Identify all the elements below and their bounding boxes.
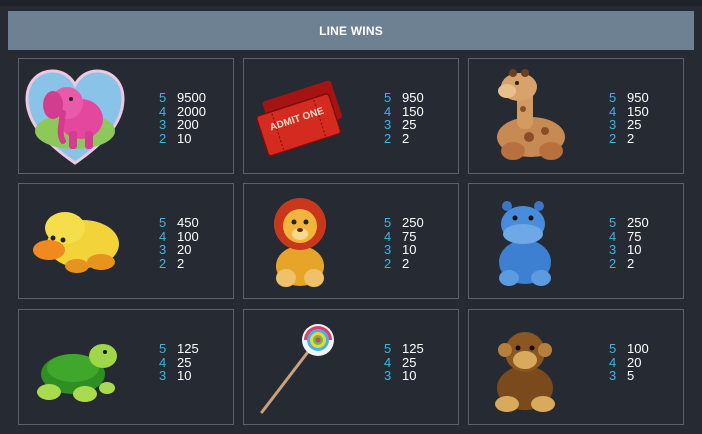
payout-row: 4 150 bbox=[384, 103, 424, 119]
payout-row: 5 250 bbox=[609, 215, 649, 231]
payout-row: 4 100 bbox=[159, 228, 199, 244]
payout-row: 4 2000 bbox=[159, 103, 206, 119]
paytable-cell-lion: 5 250 4 75 3 10 22 bbox=[243, 183, 459, 299]
paytable-cell-giraffe: 5 950 4 150 3 25 22 bbox=[468, 58, 684, 174]
payout-row: 3 10 bbox=[384, 368, 417, 384]
payout-list: 5 9500 4 2000 3 200 2 10 bbox=[159, 90, 206, 146]
payout-row: 3 200 bbox=[159, 117, 199, 133]
paytable-cell-elephant: 5 9500 4 2000 3 200 2 10 bbox=[18, 58, 234, 174]
payout-row: 4 75 bbox=[609, 228, 642, 244]
payout-row: 5 450 bbox=[159, 215, 199, 231]
payout-list: 5 125 4 25 3 10 bbox=[159, 341, 199, 384]
payout-row: 5 125 bbox=[384, 341, 424, 357]
payout-list: 5 125 4 25 3 10 bbox=[384, 341, 424, 384]
payout-row: 22 bbox=[609, 130, 635, 146]
paytable-grid: 5 9500 4 2000 3 200 2 10 ADMIT ONE 5 950 4 150… bbox=[0, 0, 702, 434]
payout-row: 4 150 bbox=[609, 103, 649, 119]
heart-elephant-icon bbox=[23, 63, 127, 169]
payout-row: 4 25 bbox=[159, 354, 192, 370]
payout-list: 5 950 4 150 3 25 22 bbox=[609, 90, 649, 146]
payout-row: 35 bbox=[609, 368, 635, 384]
payout-row: 22 bbox=[159, 255, 185, 271]
payout-row: 3 25 bbox=[384, 117, 417, 133]
paytable-cell-duck: 5 450 4 100 3 20 22 bbox=[18, 183, 234, 299]
payout-row: 22 bbox=[384, 255, 410, 271]
payout-row: 5 950 bbox=[609, 90, 649, 106]
paytable-cell-monkey: 5 100 4 20 35 bbox=[468, 309, 684, 425]
monkey-plush-icon bbox=[473, 314, 577, 420]
giraffe-plush-icon bbox=[473, 63, 577, 169]
duck-plush-icon bbox=[23, 188, 127, 294]
payout-list: 5 450 4 100 3 20 22 bbox=[159, 215, 199, 271]
payout-row: 3 20 bbox=[159, 242, 192, 258]
payout-list: 5 250 4 75 3 10 22 bbox=[609, 215, 649, 271]
payout-row: 4 25 bbox=[384, 354, 417, 370]
payout-row: 3 25 bbox=[609, 117, 642, 133]
payout-row: 5 100 bbox=[609, 341, 649, 357]
paytable-cell-turtle: 5 125 4 25 3 10 bbox=[18, 309, 234, 425]
paytable-cell-hippo: 5 250 4 75 3 10 22 bbox=[468, 183, 684, 299]
payout-list: 5 950 4 150 3 25 22 bbox=[384, 90, 424, 146]
lion-plush-icon bbox=[248, 188, 352, 294]
admit-one-ticket-icon: ADMIT ONE bbox=[248, 63, 352, 169]
payout-row: 22 bbox=[609, 255, 635, 271]
payout-row: 5 950 bbox=[384, 90, 424, 106]
paytable-cell-ticket: ADMIT ONE 5 950 4 150 3 25 22 bbox=[243, 58, 459, 174]
paytable-cell-lollipop: 5 125 4 25 3 10 bbox=[243, 309, 459, 425]
payout-row: 5 125 bbox=[159, 341, 199, 357]
payout-list: 5 100 4 20 35 bbox=[609, 341, 649, 384]
lollipop-icon bbox=[248, 314, 352, 420]
payout-row: 5 250 bbox=[384, 215, 424, 231]
payout-row: 3 10 bbox=[384, 242, 417, 258]
payout-row: 2 10 bbox=[159, 130, 192, 146]
hippo-plush-icon bbox=[473, 188, 577, 294]
payout-row: 3 10 bbox=[609, 242, 642, 258]
payout-row: 4 20 bbox=[609, 354, 642, 370]
payout-row: 4 75 bbox=[384, 228, 417, 244]
payout-list: 5 250 4 75 3 10 22 bbox=[384, 215, 424, 271]
payout-row: 5 9500 bbox=[159, 90, 206, 106]
turtle-plush-icon bbox=[23, 314, 127, 420]
payout-row: 22 bbox=[384, 130, 410, 146]
payout-row: 3 10 bbox=[159, 368, 192, 384]
